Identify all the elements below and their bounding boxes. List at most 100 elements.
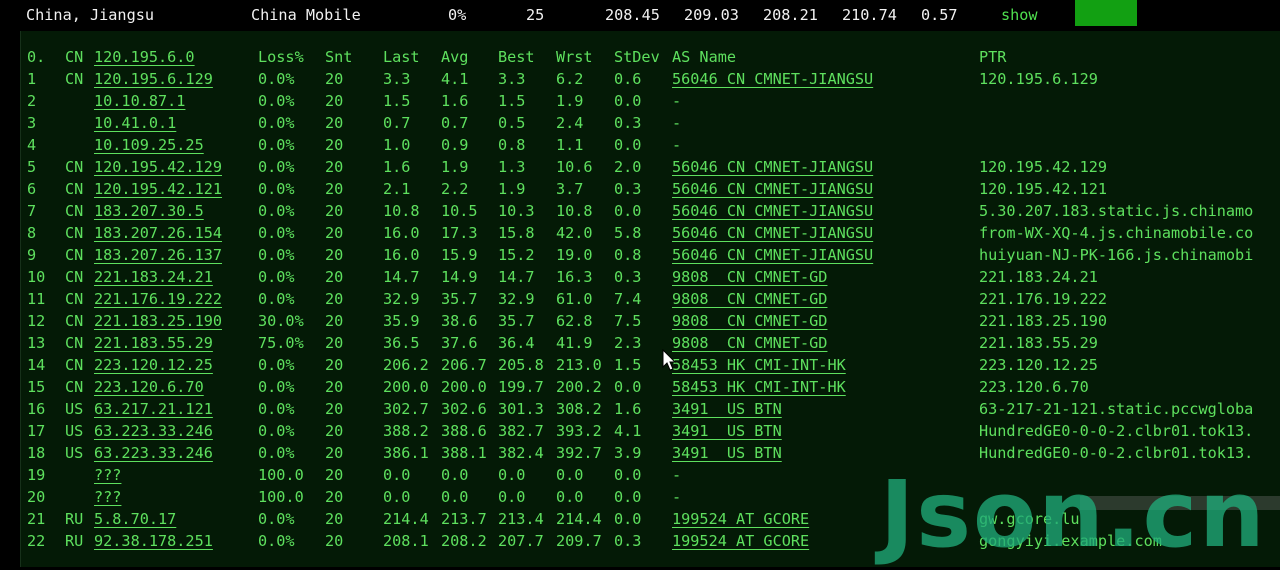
loss-value: 0.0%: [258, 158, 295, 176]
host-link[interactable]: 10.10.87.1: [94, 90, 185, 112]
summary-last: 208.45: [605, 6, 660, 24]
host-link[interactable]: ???: [94, 464, 121, 486]
table-row: 20??? 100.0 20 0.0 0.0 0.0 0.0 0.0 -: [21, 486, 1280, 508]
stdev-value: 3.9: [614, 444, 642, 462]
best-value: 10.3: [498, 202, 535, 220]
host-link[interactable]: 92.38.178.251: [94, 530, 213, 552]
host-link[interactable]: 183.207.26.137: [94, 244, 222, 266]
host-link[interactable]: ???: [94, 486, 121, 508]
ptr-value: 120.195.6.129: [979, 70, 1098, 88]
best-value: 15.2: [498, 246, 535, 264]
country-code: CN: [65, 334, 84, 352]
last-value: 3.3: [383, 70, 411, 88]
host-link[interactable]: 221.183.55.29: [94, 332, 213, 354]
host-link[interactable]: 221.183.25.190: [94, 310, 222, 332]
loss-value: 0.0%: [258, 444, 295, 462]
host-link[interactable]: 183.207.26.154: [94, 222, 222, 244]
stdev-value: 7.5: [614, 312, 642, 330]
column-host[interactable]: 120.195.6.0: [94, 46, 195, 68]
as-name-link[interactable]: 3491 US BTN: [672, 442, 782, 464]
loss-value: 0.0%: [258, 290, 295, 308]
loss-value: 0.0%: [258, 136, 295, 154]
as-name-link[interactable]: 199524 AT GCORE: [672, 530, 809, 552]
ptr-value: from-WX-XQ-4.js.chinamobile.co: [979, 224, 1254, 242]
host-link[interactable]: 63.223.33.246: [94, 442, 213, 464]
loss-value: 0.0%: [258, 180, 295, 198]
best-value: 1.5: [498, 92, 526, 110]
as-name-link[interactable]: 9808 CN CMNET-GD: [672, 266, 827, 288]
host-link[interactable]: 10.109.25.25: [94, 134, 204, 156]
last-value: 208.1: [383, 532, 429, 550]
stdev-value: 0.8: [614, 246, 642, 264]
avg-value: 1.9: [441, 158, 469, 176]
country-code: US: [65, 422, 84, 440]
worst-value: 393.2: [556, 422, 602, 440]
as-name-link[interactable]: 3491 US BTN: [672, 398, 782, 420]
as-name-link[interactable]: 56046 CN CMNET-JIANGSU: [672, 222, 873, 244]
worst-value: 213.0: [556, 356, 602, 374]
hop-number: 1: [27, 70, 37, 88]
as-name-link[interactable]: 56046 CN CMNET-JIANGSU: [672, 244, 873, 266]
as-name-link[interactable]: 56046 CN CMNET-JIANGSU: [672, 156, 873, 178]
avg-value: 10.5: [441, 202, 478, 220]
table-row: 8 CN 183.207.26.154 0.0% 20 16.0 17.3 15.8 42.0 5…: [21, 222, 1280, 244]
stdev-value: 1.5: [614, 356, 642, 374]
avg-value: 302.6: [441, 400, 487, 418]
avg-value: 15.9: [441, 246, 478, 264]
as-name-link[interactable]: 9808 CN CMNET-GD: [672, 332, 827, 354]
ptr-value: 120.195.42.129: [979, 158, 1108, 176]
host-link[interactable]: 63.217.21.121: [94, 398, 213, 420]
ptr-value: 120.195.42.121: [979, 180, 1108, 198]
host-link[interactable]: 221.183.24.21: [94, 266, 213, 288]
sent-value: 20: [325, 158, 344, 176]
stdev-value: 0.0: [614, 466, 642, 484]
loss-value: 0.0%: [258, 246, 295, 264]
host-link[interactable]: 5.8.70.17: [94, 508, 176, 530]
stdev-value: 4.1: [614, 422, 642, 440]
as-name-link[interactable]: 56046 CN CMNET-JIANGSU: [672, 200, 873, 222]
as-name-link[interactable]: 56046 CN CMNET-JIANGSU: [672, 68, 873, 90]
as-name-link[interactable]: 9808 CN CMNET-GD: [672, 288, 827, 310]
host-link[interactable]: 223.120.12.25: [94, 354, 213, 376]
best-value: 0.0: [498, 466, 526, 484]
host-link[interactable]: 63.223.33.246: [94, 420, 213, 442]
host-link[interactable]: 221.176.19.222: [94, 288, 222, 310]
ptr-value: gw.gcore.lu: [979, 510, 1080, 528]
sent-value: 20: [325, 400, 344, 418]
loss-value: 0.0%: [258, 510, 295, 528]
table-row: 22 RU 92.38.178.251 0.0% 20 208.1 208.2 207.7 20…: [21, 530, 1280, 552]
as-name-link[interactable]: 56046 CN CMNET-JIANGSU: [672, 178, 873, 200]
host-link[interactable]: 120.195.6.129: [94, 68, 213, 90]
best-value: 1.3: [498, 158, 526, 176]
as-name-link[interactable]: 199524 AT GCORE: [672, 508, 809, 530]
as-name-link[interactable]: 58453 HK CMI-INT-HK: [672, 376, 846, 398]
best-value: 0.5: [498, 114, 526, 132]
hop-number: 17: [27, 422, 46, 440]
column-avg: Avg: [441, 48, 469, 66]
as-name-link[interactable]: 3491 US BTN: [672, 420, 782, 442]
host-link[interactable]: 223.120.6.70: [94, 376, 204, 398]
loss-value: 0.0%: [258, 224, 295, 242]
worst-value: 1.9: [556, 92, 584, 110]
worst-value: 2.4: [556, 114, 584, 132]
ptr-value: 221.183.24.21: [979, 268, 1098, 286]
host-link[interactable]: 10.41.0.1: [94, 112, 176, 134]
sent-value: 20: [325, 92, 344, 110]
stdev-value: 0.0: [614, 488, 642, 506]
as-name-link[interactable]: 9808 CN CMNET-GD: [672, 310, 827, 332]
ptr-value: huiyuan-NJ-PK-166.js.chinamobi: [979, 246, 1254, 264]
last-value: 10.8: [383, 202, 420, 220]
last-value: 200.0: [383, 378, 429, 396]
as-name-link[interactable]: 58453 HK CMI-INT-HK: [672, 354, 846, 376]
avg-value: 208.2: [441, 532, 487, 550]
host-link[interactable]: 120.195.42.129: [94, 156, 222, 178]
sent-value: 20: [325, 312, 344, 330]
summary-best: 208.21: [763, 6, 818, 24]
best-value: 3.3: [498, 70, 526, 88]
host-link[interactable]: 120.195.42.121: [94, 178, 222, 200]
host-link[interactable]: 183.207.30.5: [94, 200, 204, 222]
show-toggle-link[interactable]: show: [1001, 5, 1038, 25]
loss-value: 0.0%: [258, 114, 295, 132]
country-code: CN: [65, 70, 84, 88]
as-name-link: -: [672, 114, 682, 132]
